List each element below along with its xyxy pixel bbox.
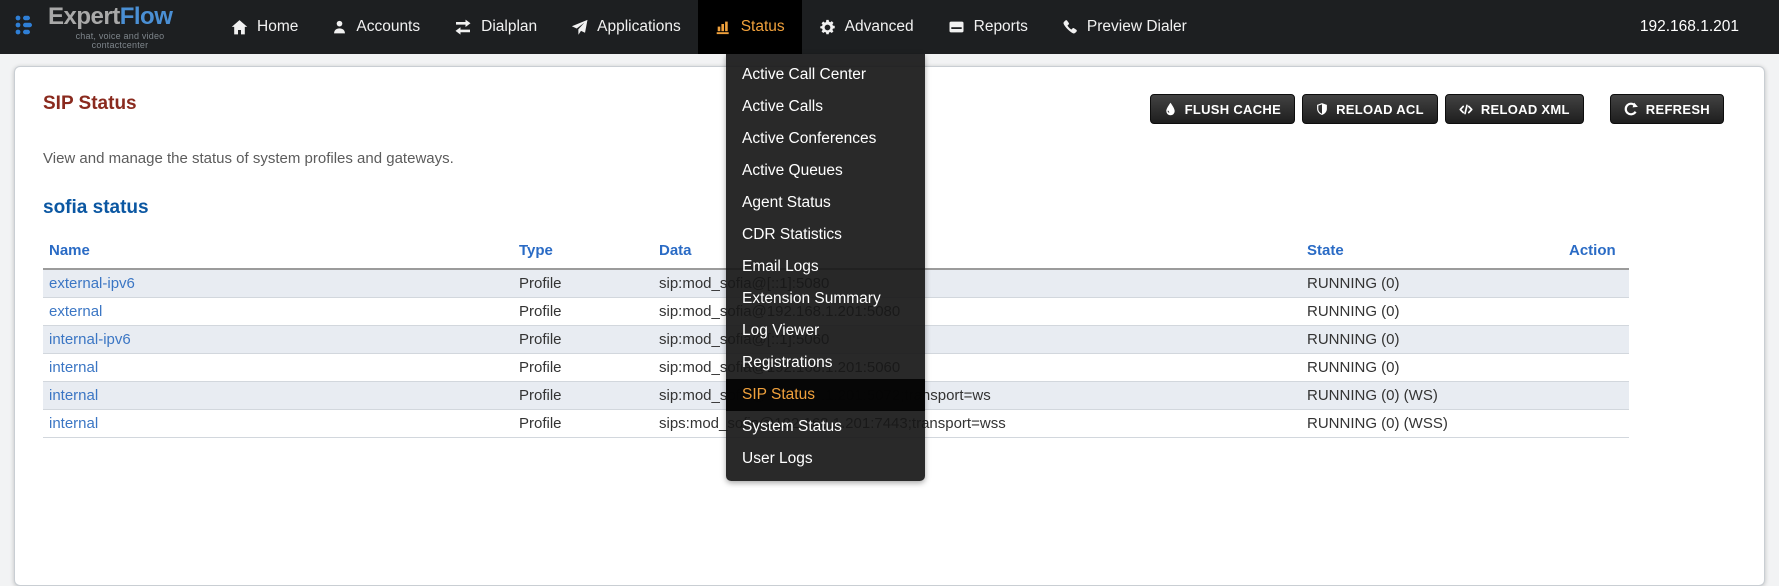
main-menu: Home Accounts Dialplan Applications: [214, 0, 1204, 54]
toolbar: FLUSH CACHE RELOAD ACL RELOAD XML: [1143, 94, 1724, 124]
menu-item-registrations[interactable]: Registrations: [726, 347, 925, 379]
profile-link[interactable]: external: [49, 303, 102, 320]
nav-item-reports[interactable]: Reports: [931, 0, 1045, 54]
state-cell: RUNNING (0): [1301, 298, 1563, 326]
action-cell: [1563, 298, 1629, 326]
profile-link[interactable]: external-ipv6: [49, 275, 135, 292]
nav-item-accounts[interactable]: Accounts: [315, 0, 437, 54]
drive-icon: [948, 19, 965, 35]
profile-link[interactable]: internal-ipv6: [49, 331, 131, 348]
nav-item-advanced[interactable]: Advanced: [802, 0, 931, 54]
reload-xml-button[interactable]: RELOAD XML: [1445, 94, 1584, 124]
action-cell: [1563, 326, 1629, 354]
nav-item-label: Dialplan: [481, 18, 537, 36]
type-cell: Profile: [513, 354, 653, 382]
droplet-icon: [1164, 102, 1177, 116]
profile-link[interactable]: internal: [49, 387, 98, 404]
menu-item-active-queues[interactable]: Active Queues: [726, 155, 925, 187]
nav-item-label: Applications: [597, 18, 681, 36]
phone-icon: [1062, 19, 1078, 35]
code-icon: [1459, 103, 1473, 116]
action-cell: [1563, 354, 1629, 382]
expertflow-logo[interactable]: ExpertFlow chat, voice and video contact…: [14, 5, 192, 50]
menu-item-system-status[interactable]: System Status: [726, 411, 925, 443]
column-header-name[interactable]: Name: [43, 240, 513, 269]
logo-tagline: chat, voice and video contactcenter: [48, 32, 192, 50]
status-dropdown-menu: Active Call Center Active Calls Active C…: [726, 54, 925, 481]
state-cell: RUNNING (0): [1301, 326, 1563, 354]
column-header-type[interactable]: Type: [513, 240, 653, 269]
menu-item-user-logs[interactable]: User Logs: [726, 443, 925, 475]
nav-item-label: Home: [257, 18, 298, 36]
action-cell: [1563, 410, 1629, 438]
type-cell: Profile: [513, 410, 653, 438]
logo-dots-icon: [14, 12, 40, 43]
menu-item-active-conferences[interactable]: Active Conferences: [726, 123, 925, 155]
home-icon: [231, 19, 248, 36]
type-cell: Profile: [513, 298, 653, 326]
menu-item-active-call-center[interactable]: Active Call Center: [726, 59, 925, 91]
column-header-action[interactable]: Action: [1563, 240, 1629, 269]
nav-item-label: Accounts: [356, 18, 420, 36]
user-icon: [332, 19, 347, 35]
menu-item-agent-status[interactable]: Agent Status: [726, 187, 925, 219]
menu-item-sip-status[interactable]: SIP Status: [726, 379, 925, 411]
flush-cache-button[interactable]: FLUSH CACHE: [1150, 94, 1295, 124]
refresh-icon: [1624, 102, 1638, 116]
action-cell: [1563, 382, 1629, 410]
profile-link[interactable]: internal: [49, 359, 98, 376]
nav-item-label: Status: [741, 18, 785, 36]
transfer-arrows-icon: [454, 19, 472, 35]
nav-item-home[interactable]: Home: [214, 0, 315, 54]
menu-item-active-calls[interactable]: Active Calls: [726, 91, 925, 123]
menu-item-cdr-statistics[interactable]: CDR Statistics: [726, 219, 925, 251]
menu-item-extension-summary[interactable]: Extension Summary: [726, 283, 925, 315]
gear-icon: [819, 19, 836, 36]
profile-link[interactable]: internal: [49, 415, 98, 432]
state-cell: RUNNING (0): [1301, 269, 1563, 298]
reload-acl-button[interactable]: RELOAD ACL: [1302, 94, 1438, 124]
paper-plane-icon: [571, 19, 588, 36]
nav-item-label: Preview Dialer: [1087, 18, 1187, 36]
nav-item-dialplan[interactable]: Dialplan: [437, 0, 554, 54]
menu-item-email-logs[interactable]: Email Logs: [726, 251, 925, 283]
type-cell: Profile: [513, 326, 653, 354]
logo-wordmark: ExpertFlow: [48, 5, 192, 29]
state-cell: RUNNING (0) (WSS): [1301, 410, 1563, 438]
nav-item-applications[interactable]: Applications: [554, 0, 698, 54]
server-ip: 192.168.1.201: [1640, 18, 1739, 36]
nav-item-status[interactable]: Status: [698, 0, 802, 54]
column-header-state[interactable]: State: [1301, 240, 1563, 269]
state-cell: RUNNING (0): [1301, 354, 1563, 382]
top-navbar: ExpertFlow chat, voice and video contact…: [0, 0, 1779, 54]
nav-item-label: Reports: [974, 18, 1028, 36]
refresh-button[interactable]: REFRESH: [1610, 94, 1724, 124]
type-cell: Profile: [513, 269, 653, 298]
nav-item-label: Advanced: [845, 18, 914, 36]
action-cell: [1563, 269, 1629, 298]
type-cell: Profile: [513, 382, 653, 410]
nav-item-preview-dialer[interactable]: Preview Dialer: [1045, 0, 1204, 54]
state-cell: RUNNING (0) (WS): [1301, 382, 1563, 410]
bar-chart-icon: [715, 19, 732, 35]
menu-item-log-viewer[interactable]: Log Viewer: [726, 315, 925, 347]
shield-icon: [1316, 102, 1328, 116]
